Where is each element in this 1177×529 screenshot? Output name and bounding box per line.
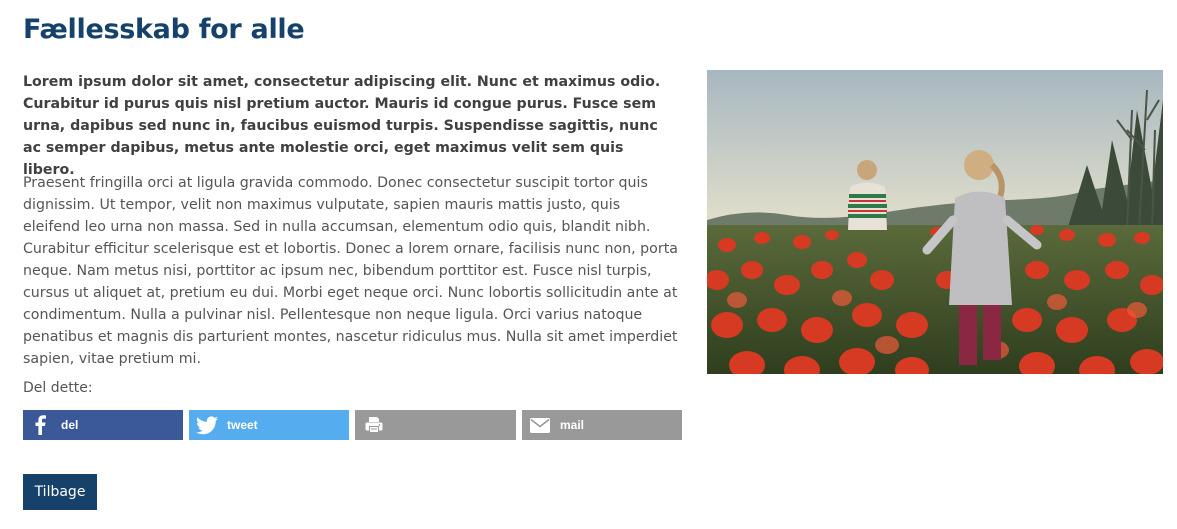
back-button[interactable]: Tilbage	[23, 474, 97, 510]
twitter-share-button[interactable]: tweet	[189, 410, 349, 440]
share-label: Del dette:	[23, 380, 93, 396]
facebook-icon	[34, 410, 46, 440]
facebook-share-button[interactable]: del	[23, 410, 183, 440]
mail-share-button[interactable]: mail	[522, 410, 682, 440]
article-image	[707, 70, 1163, 374]
print-icon	[365, 410, 383, 440]
facebook-share-label: del	[61, 418, 79, 432]
page-title: Fællesskab for alle	[23, 14, 305, 45]
twitter-share-label: tweet	[227, 418, 258, 432]
mail-icon	[530, 410, 550, 440]
article-body: Praesent fringilla orci at ligula gravid…	[23, 175, 678, 367]
article-lead: Lorem ipsum dolor sit amet, consectetur …	[23, 74, 661, 178]
print-button[interactable]	[355, 410, 516, 440]
twitter-icon	[196, 410, 218, 440]
mail-share-label: mail	[560, 418, 585, 432]
